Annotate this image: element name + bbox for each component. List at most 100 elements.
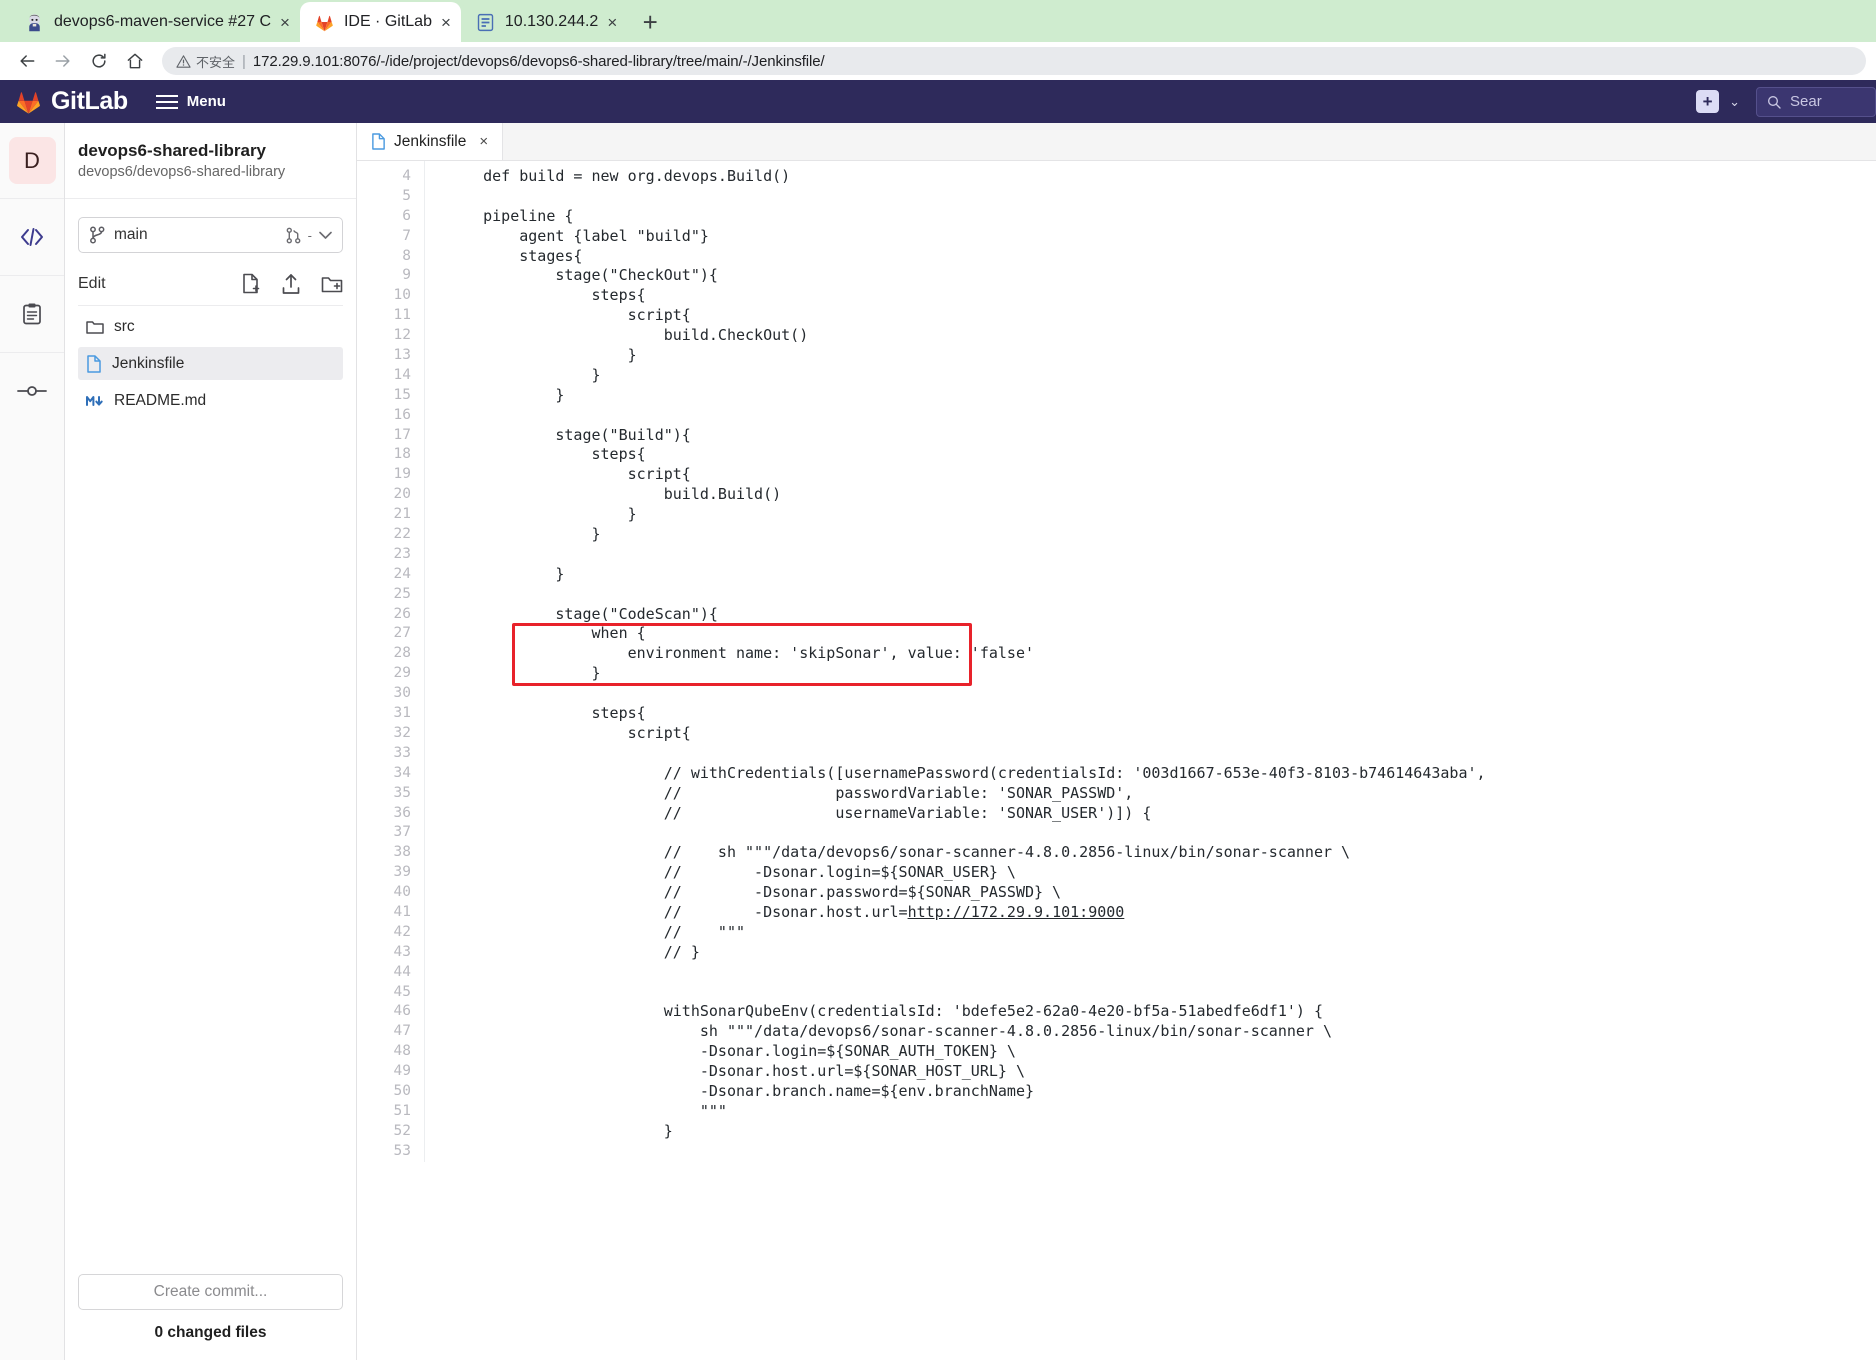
code-line[interactable]: } <box>447 1122 1876 1142</box>
line-number: 18 <box>393 446 411 463</box>
merge-request-indicator[interactable]: - <box>286 227 332 244</box>
code-line[interactable]: // withCredentials([usernamePassword(cre… <box>447 764 1876 784</box>
code-line[interactable] <box>447 406 1876 426</box>
line-number: 24 <box>393 565 411 582</box>
code-line[interactable]: stage("CheckOut"){ <box>447 266 1876 286</box>
code-line[interactable]: """ <box>447 1102 1876 1122</box>
edit-actions <box>241 273 343 295</box>
editor-tab-jenkinsfile[interactable]: Jenkinsfile × <box>357 123 504 160</box>
line-number: 10 <box>393 287 411 304</box>
code-line[interactable]: -Dsonar.login=${SONAR_AUTH_TOKEN} \ <box>447 1042 1876 1062</box>
code-line[interactable]: // -Dsonar.login=${SONAR_USER} \ <box>447 863 1876 883</box>
code-line[interactable]: // sh """/data/devops6/sonar-scanner-4.8… <box>447 843 1876 863</box>
line-number: 28 <box>393 645 411 662</box>
code-content[interactable]: def build = new org.devops.Build() pipel… <box>425 161 1876 1162</box>
folder-icon <box>86 320 104 334</box>
gitlab-logo[interactable]: GitLab <box>13 87 128 116</box>
code-line[interactable]: stages{ <box>447 247 1876 267</box>
code-surface[interactable]: 4 5 6 7 8 9 10 11 12 13 14 15 16 17 18 19 20 21 22 23 24 25 26… <box>357 161 1876 1360</box>
create-commit-button[interactable]: Create commit... <box>78 1274 343 1310</box>
code-line[interactable]: } <box>447 366 1876 386</box>
browser-tab-2[interactable]: 10.130.244.2 × <box>460 2 628 42</box>
code-line[interactable]: pipeline { <box>447 207 1876 227</box>
sonar-host-url-link[interactable]: http://172.29.9.101:9000 <box>908 903 1125 921</box>
branch-selector[interactable]: main - <box>78 217 343 253</box>
create-new-button[interactable]: + <box>1696 90 1720 113</box>
editor-tab-close-icon[interactable]: × <box>479 133 488 150</box>
code-line[interactable]: stage("Build"){ <box>447 426 1876 446</box>
browser-tab-close-icon[interactable]: × <box>441 14 451 31</box>
code-line[interactable] <box>447 585 1876 605</box>
file-row[interactable]: README.md <box>78 384 343 417</box>
code-line[interactable]: sh """/data/devops6/sonar-scanner-4.8.0.… <box>447 1022 1876 1042</box>
file-row[interactable]: src <box>78 310 343 343</box>
code-line[interactable]: } <box>447 386 1876 406</box>
home-button[interactable] <box>118 44 152 78</box>
code-line[interactable]: steps{ <box>447 704 1876 724</box>
code-line[interactable]: } <box>447 664 1876 684</box>
code-line[interactable]: steps{ <box>447 286 1876 306</box>
file-name: src <box>114 317 135 335</box>
code-line[interactable] <box>447 983 1876 1003</box>
code-line[interactable]: // """ <box>447 923 1876 943</box>
code-line[interactable]: -Dsonar.branch.name=${env.branchName} <box>447 1082 1876 1102</box>
code-line[interactable]: } <box>447 505 1876 525</box>
code-line[interactable]: } <box>447 565 1876 585</box>
file-row[interactable]: Jenkinsfile <box>78 347 343 380</box>
code-line[interactable]: script{ <box>447 465 1876 485</box>
code-line[interactable]: // usernameVariable: 'SONAR_USER')]) { <box>447 804 1876 824</box>
new-tab-button[interactable]: + <box>635 9 665 35</box>
upload-file-icon[interactable] <box>281 273 301 295</box>
reload-button[interactable] <box>82 44 116 78</box>
file-icon <box>87 354 101 373</box>
browser-tab-1[interactable]: IDE · GitLab × <box>299 2 461 42</box>
code-line[interactable]: build.Build() <box>447 485 1876 505</box>
code-line[interactable]: // -Dsonar.password=${SONAR_PASSWD} \ <box>447 883 1876 903</box>
code-line[interactable]: script{ <box>447 724 1876 744</box>
back-arrow-icon <box>20 55 35 67</box>
gitlab-logo-icon <box>17 92 40 114</box>
code-line[interactable] <box>447 963 1876 983</box>
code-line[interactable] <box>447 187 1876 207</box>
browser-tab-0[interactable]: devops6-maven-service #27 C × <box>10 2 300 42</box>
code-line[interactable] <box>447 1142 1876 1162</box>
not-secure-badge[interactable]: 不安全 <box>176 52 235 71</box>
rail-item-commit[interactable] <box>0 353 64 429</box>
code-line[interactable]: def build = new org.devops.Build() <box>447 167 1876 187</box>
new-folder-icon[interactable] <box>321 273 343 295</box>
code-line[interactable]: when { <box>447 624 1876 644</box>
code-line[interactable]: environment name: 'skipSonar', value: 'f… <box>447 644 1876 664</box>
code-line[interactable] <box>447 684 1876 704</box>
browser-tab-close-icon[interactable]: × <box>607 14 617 31</box>
code-line[interactable]: } <box>447 346 1876 366</box>
code-line[interactable] <box>447 545 1876 565</box>
code-line[interactable]: script{ <box>447 306 1876 326</box>
rail-item-edit[interactable] <box>0 199 64 275</box>
changed-files-count: 0 changed files <box>154 1324 267 1341</box>
url-bar[interactable]: 不安全 | 172.29.9.101:8076/-/ide/project/de… <box>162 47 1866 75</box>
code-line[interactable]: // } <box>447 943 1876 963</box>
code-line[interactable]: agent {label "build"} <box>447 227 1876 247</box>
code-line[interactable] <box>447 823 1876 843</box>
code-line[interactable]: build.CheckOut() <box>447 326 1876 346</box>
search-input[interactable]: Sear <box>1756 86 1876 117</box>
chevron-down-icon[interactable]: ⌄ <box>1729 94 1740 110</box>
line-number: 22 <box>393 526 411 543</box>
code-line[interactable]: withSonarQubeEnv(credentialsId: 'bdefe5e… <box>447 1002 1876 1022</box>
code-line[interactable]: // passwordVariable: 'SONAR_PASSWD', <box>447 784 1876 804</box>
new-file-icon[interactable] <box>241 273 261 295</box>
forward-button[interactable] <box>46 44 80 78</box>
code-line[interactable]: -Dsonar.host.url=${SONAR_HOST_URL} \ <box>447 1062 1876 1082</box>
line-number: 47 <box>393 1023 411 1040</box>
code-line[interactable]: } <box>447 525 1876 545</box>
main-menu-button[interactable]: Menu <box>155 93 226 110</box>
line-number: 29 <box>393 665 411 682</box>
line-number: 13 <box>393 347 411 364</box>
rail-item-review[interactable] <box>0 276 64 352</box>
code-line[interactable] <box>447 744 1876 764</box>
browser-tab-close-icon[interactable]: × <box>280 14 290 31</box>
code-line[interactable]: // -Dsonar.host.url=http://172.29.9.101:… <box>447 903 1876 923</box>
code-line[interactable]: steps{ <box>447 445 1876 465</box>
code-line[interactable]: stage("CodeScan"){ <box>447 605 1876 625</box>
back-button[interactable] <box>10 44 44 78</box>
